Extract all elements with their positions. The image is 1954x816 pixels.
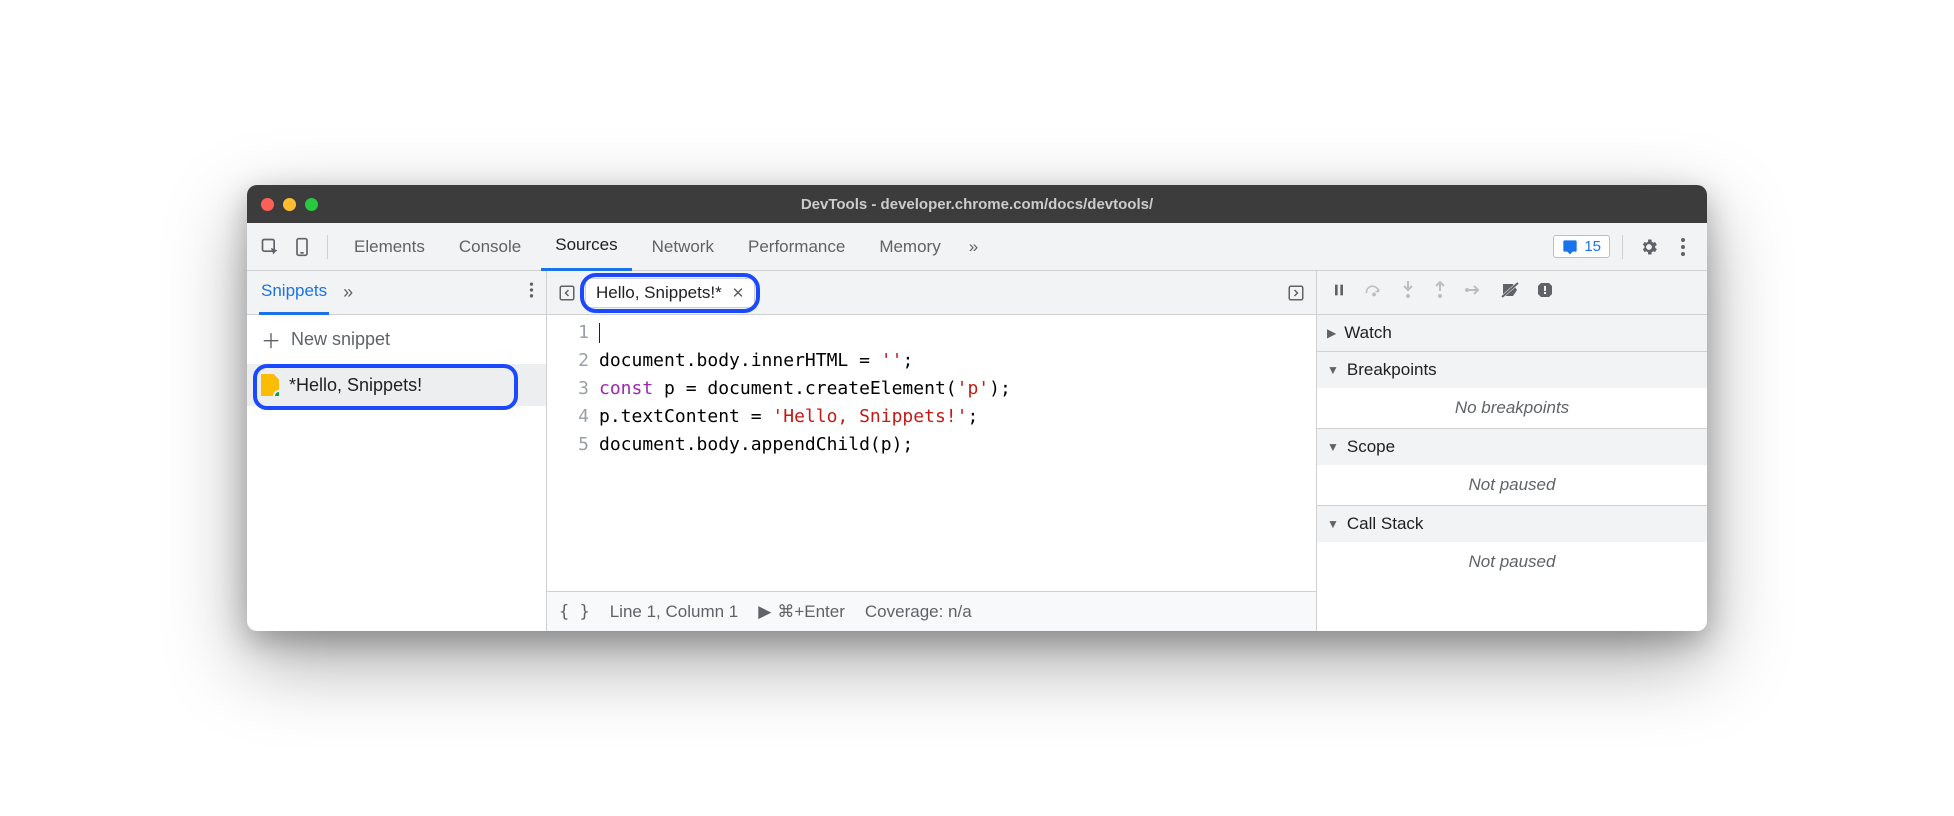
callstack-header[interactable]: ▼ Call Stack (1317, 506, 1707, 542)
issues-count: 15 (1584, 238, 1601, 255)
code-line: document.body.appendChild(p); (599, 431, 1316, 459)
code-line: const p = document.createElement('p'); (599, 375, 1316, 403)
breakpoints-body: No breakpoints (1317, 388, 1707, 428)
window-titlebar: DevTools - developer.chrome.com/docs/dev… (247, 185, 1707, 223)
breakpoints-label: Breakpoints (1347, 360, 1437, 380)
code-line: p.textContent = 'Hello, Snippets!'; (599, 403, 1316, 431)
expand-down-icon: ▼ (1327, 517, 1339, 531)
snippet-list-item[interactable]: *Hello, Snippets! (247, 364, 546, 406)
scope-body: Not paused (1317, 465, 1707, 505)
line-number: 1 (547, 319, 589, 347)
tab-sources[interactable]: Sources (541, 223, 631, 271)
callstack-body: Not paused (1317, 542, 1707, 582)
line-number: 4 (547, 403, 589, 431)
new-snippet-label: New snippet (291, 329, 390, 350)
navigator-tab-snippets[interactable]: Snippets (259, 271, 329, 315)
scope-header[interactable]: ▼ Scope (1317, 429, 1707, 465)
tab-network[interactable]: Network (638, 223, 728, 271)
issues-button[interactable]: 15 (1553, 235, 1610, 258)
nav-forward-icon[interactable] (1284, 284, 1308, 302)
play-icon: ▶ (758, 602, 771, 622)
snippet-file-icon (261, 374, 279, 396)
nav-back-icon[interactable] (555, 284, 579, 302)
step-over-icon[interactable] (1365, 282, 1383, 303)
scope-section: ▼ Scope Not paused (1317, 429, 1707, 506)
window-title: DevTools - developer.chrome.com/docs/dev… (247, 196, 1707, 213)
run-snippet-hint[interactable]: ▶ ⌘+Enter (758, 602, 845, 622)
breakpoints-header[interactable]: ▼ Breakpoints (1317, 352, 1707, 388)
editor-tab-label: Hello, Snippets!* (596, 283, 722, 303)
line-number: 3 (547, 375, 589, 403)
device-toggle-icon[interactable] (289, 234, 315, 260)
navigator-pane: Snippets » ＋ New snippet *Hello, Snippet… (247, 271, 547, 631)
navigator-header: Snippets » (247, 271, 546, 315)
deactivate-breakpoints-icon[interactable] (1501, 282, 1519, 303)
step-out-icon[interactable] (1433, 281, 1447, 304)
close-tab-icon[interactable]: ✕ (732, 284, 745, 302)
breakpoints-section: ▼ Breakpoints No breakpoints (1317, 352, 1707, 429)
callstack-section: ▼ Call Stack Not paused (1317, 506, 1707, 582)
navigator-tabs-overflow-icon[interactable]: » (343, 282, 353, 303)
coverage-status: Coverage: n/a (865, 602, 972, 622)
debugger-pane: ▶ Watch ▼ Breakpoints No breakpoints ▼ Scop… (1317, 271, 1707, 631)
snippet-item-label: *Hello, Snippets! (289, 375, 422, 396)
expand-right-icon: ▶ (1327, 326, 1336, 340)
line-number: 5 (547, 431, 589, 459)
step-into-icon[interactable] (1401, 281, 1415, 304)
editor-pane: Hello, Snippets!* ✕ 12345 document.body.… (547, 271, 1317, 631)
expand-down-icon: ▼ (1327, 363, 1339, 377)
separator (327, 235, 328, 259)
format-icon[interactable]: { } (559, 602, 590, 622)
settings-icon[interactable] (1635, 237, 1663, 257)
step-icon[interactable] (1465, 283, 1483, 302)
inspect-element-icon[interactable] (257, 234, 283, 260)
line-number: 2 (547, 347, 589, 375)
line-gutter: 12345 (547, 319, 599, 591)
navigator-more-icon[interactable] (529, 281, 534, 304)
more-options-icon[interactable] (1669, 237, 1697, 257)
editor-tabbar: Hello, Snippets!* ✕ (547, 271, 1316, 315)
plus-icon: ＋ (261, 325, 281, 354)
code-line: document.body.innerHTML = ''; (599, 347, 1316, 375)
tab-performance[interactable]: Performance (734, 223, 859, 271)
separator (1622, 235, 1623, 259)
tab-console[interactable]: Console (445, 223, 535, 271)
code-line (599, 319, 1316, 347)
tab-memory[interactable]: Memory (865, 223, 954, 271)
main-toolbar: Elements Console Sources Network Perform… (247, 223, 1707, 271)
pause-icon[interactable] (1331, 282, 1347, 303)
watch-header[interactable]: ▶ Watch (1317, 315, 1707, 351)
code-editor[interactable]: 12345 document.body.innerHTML = '';const… (547, 315, 1316, 591)
debugger-toolbar (1317, 271, 1707, 315)
editor-tab[interactable]: Hello, Snippets!* ✕ (585, 278, 755, 308)
expand-down-icon: ▼ (1327, 440, 1339, 454)
callstack-label: Call Stack (1347, 514, 1424, 534)
watch-section: ▶ Watch (1317, 315, 1707, 352)
cursor-position: Line 1, Column 1 (610, 602, 739, 622)
scope-label: Scope (1347, 437, 1395, 457)
pause-on-exceptions-icon[interactable] (1537, 282, 1553, 303)
devtools-window: DevTools - developer.chrome.com/docs/dev… (247, 185, 1707, 631)
tab-elements[interactable]: Elements (340, 223, 439, 271)
watch-label: Watch (1344, 323, 1392, 343)
run-shortcut: ⌘+Enter (777, 602, 845, 622)
code-lines: document.body.innerHTML = '';const p = d… (599, 319, 1316, 591)
tabs-overflow-icon[interactable]: » (961, 223, 986, 271)
new-snippet-button[interactable]: ＋ New snippet (247, 315, 546, 364)
editor-statusbar: { } Line 1, Column 1 ▶ ⌘+Enter Coverage:… (547, 591, 1316, 631)
